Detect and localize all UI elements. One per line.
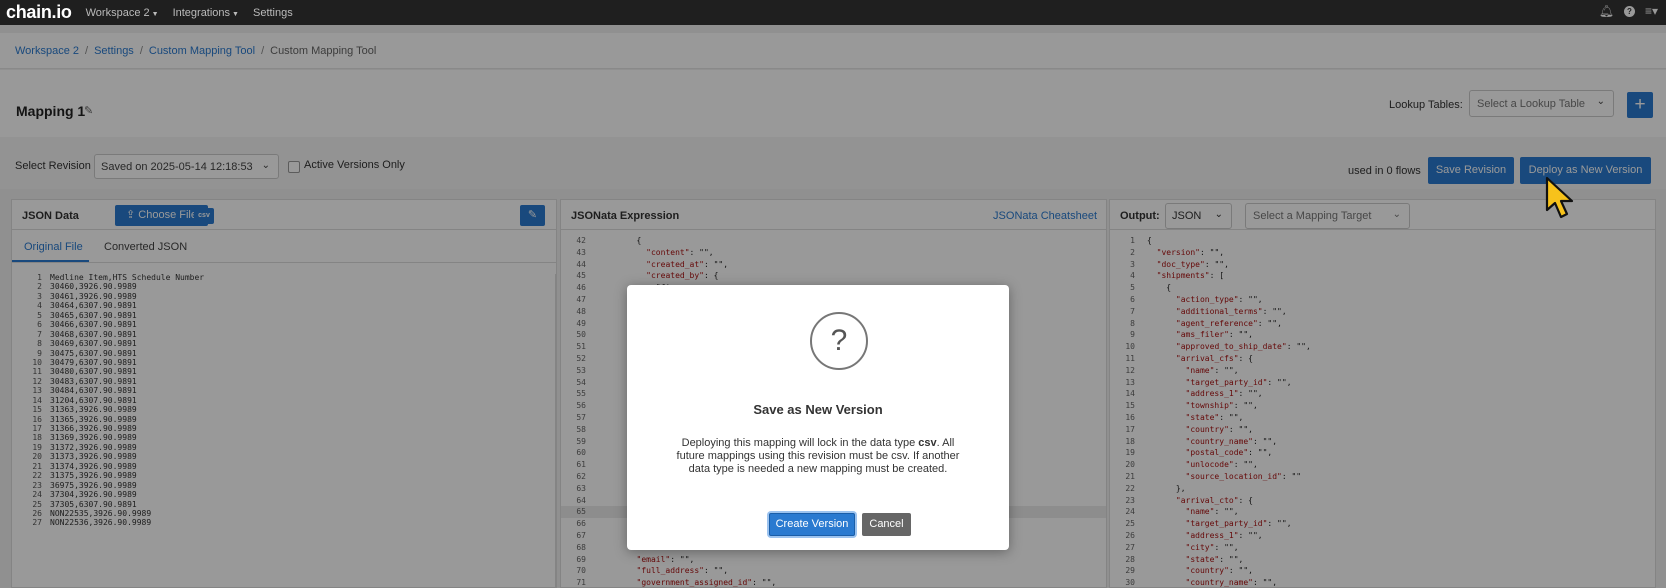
save-version-modal: ? Save as New Version Deploying this map… [627,285,1009,550]
modal-body-text-1: Deploying this mapping will lock in the … [681,437,916,449]
modal-title: Save as New Version [753,402,883,417]
menu-icon[interactable]: ≡▾ [1645,4,1658,18]
mouse-cursor-icon [1545,176,1574,219]
create-version-button[interactable]: Create Version [769,513,855,536]
cancel-button[interactable]: Cancel [862,513,911,536]
caret-down-icon: ▼ [232,10,239,18]
top-nav: chain.io Workspace 2 ▼ Integrations ▼ Sett… [0,0,1666,25]
logo[interactable]: chain.io [6,2,72,23]
bell-icon[interactable]: 🔔︎ [1599,4,1614,18]
nav-right: 🔔︎ ? ≡▾ [1599,4,1658,18]
nav-settings[interactable]: Settings [253,7,293,19]
nav-integrations[interactable]: Integrations ▼ [173,7,239,19]
nav-workspace-label: Workspace 2 [85,6,150,19]
help-icon[interactable]: ? [1623,5,1635,17]
nav-integrations-label: Integrations [172,6,231,19]
nav-workspace[interactable]: Workspace 2 ▼ [86,7,159,19]
modal-body: Deploying this mapping will lock in the … [670,437,966,476]
question-icon: ? [810,312,868,370]
modal-body-datatype: csv [918,437,937,449]
caret-down-icon: ▼ [151,10,159,18]
